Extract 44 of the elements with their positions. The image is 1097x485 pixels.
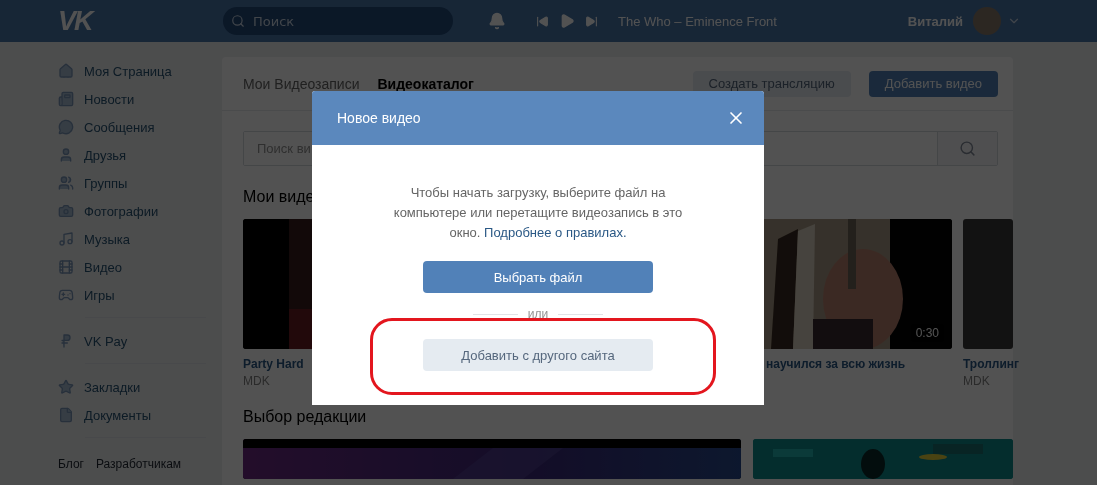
sidebar-item[interactable]: Закладки — [58, 373, 206, 401]
ruble-icon — [58, 333, 74, 349]
section-title: Выбор редакции — [243, 408, 367, 426]
film-icon — [58, 259, 74, 275]
next-icon[interactable] — [585, 14, 598, 28]
sidebar-item[interactable]: Сообщения — [58, 113, 206, 141]
star-icon — [58, 379, 74, 395]
video-title[interactable]: Троллинг — [963, 357, 1020, 371]
play-icon[interactable] — [559, 13, 575, 29]
gamepad-icon — [58, 287, 74, 303]
people-icon — [58, 175, 74, 191]
dialog-title: Новое видео — [337, 110, 421, 126]
sidebar-item[interactable]: Новости — [58, 85, 206, 113]
sidebar-item[interactable]: Музыка — [58, 225, 206, 253]
section-title: Мои виде — [243, 188, 315, 206]
instruction-text: Чтобы начать загрузку, выберите файл на компьютере или перетащите видеозапись в это окно. Подробнее о правилах. — [392, 184, 684, 242]
sidebar-item[interactable]: Фотографии — [58, 197, 206, 225]
video-thumbnail[interactable] — [963, 219, 1013, 349]
newspaper-icon — [58, 91, 74, 107]
video-title[interactable]: Party Hard — [243, 357, 304, 371]
sidebar-item[interactable]: Моя Страница — [58, 57, 206, 85]
music-note-icon — [58, 231, 74, 247]
sidebar-item[interactable]: Друзья — [58, 141, 206, 169]
search-icon — [959, 140, 976, 157]
camera-icon — [58, 203, 74, 219]
sidebar-item[interactable]: Документы — [58, 401, 206, 429]
footer-link[interactable]: Разработчикам — [95, 457, 182, 471]
search-icon — [231, 14, 245, 28]
rules-link[interactable]: Подробнее о правилах. — [484, 225, 627, 240]
sidebar-item[interactable]: VK Pay — [58, 327, 206, 355]
document-icon — [58, 407, 74, 423]
tab[interactable]: Видеокаталог — [377, 75, 474, 92]
home-icon — [58, 63, 74, 79]
sidebar-item[interactable]: Видео — [58, 253, 206, 281]
footer-link[interactable]: Блог — [58, 457, 84, 471]
chat-icon — [58, 119, 74, 135]
choose-file-button[interactable]: Выбрать файл — [423, 261, 653, 293]
person-icon — [58, 147, 74, 163]
previous-icon[interactable] — [536, 14, 549, 28]
or-separator: или — [527, 307, 549, 321]
sidebar-item[interactable]: Группы — [58, 169, 206, 197]
sidebar-item[interactable]: Игры — [58, 281, 206, 309]
bell-icon[interactable] — [488, 12, 506, 30]
add-from-site-button[interactable]: Добавить с другого сайта — [423, 339, 653, 371]
